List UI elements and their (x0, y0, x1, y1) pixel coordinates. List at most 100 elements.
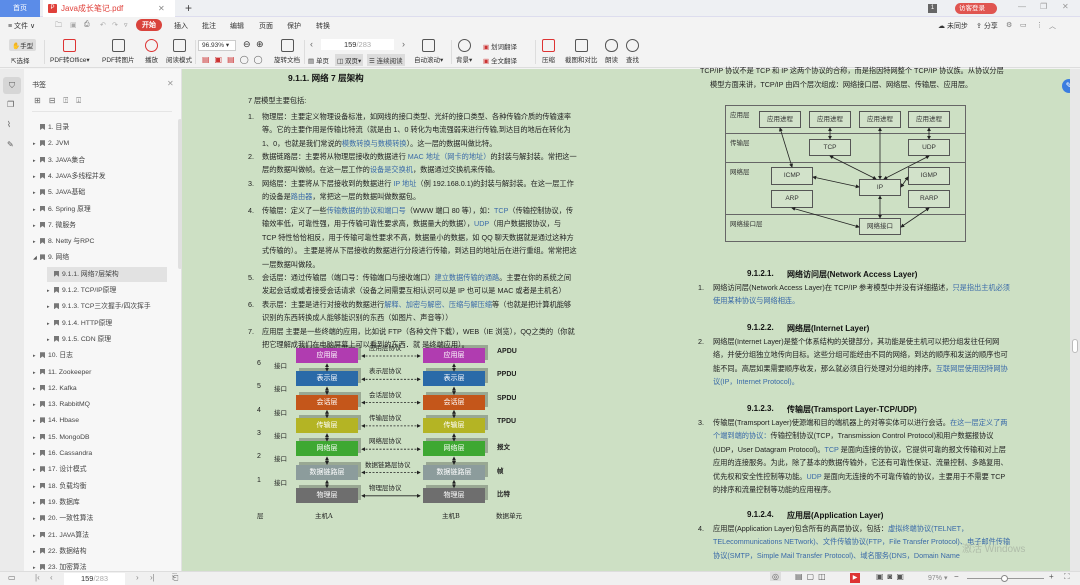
close-sidebar-icon[interactable]: ✕ (167, 79, 174, 88)
view-mode-icons[interactable]: ▤▢◫ (795, 572, 830, 581)
comment-icon[interactable]: ▭ (1020, 21, 1027, 29)
tab-document[interactable]: P Java成长笔记.pdf ✕ (43, 0, 175, 17)
last-page-icon[interactable]: ›| (150, 573, 155, 582)
customize-icon[interactable]: ▿ (124, 21, 128, 29)
save-icon[interactable]: ▣ (70, 21, 77, 29)
guest-login-button[interactable]: 访客登录 (955, 3, 997, 14)
find-button[interactable]: 查找 (626, 39, 639, 64)
bookmark-item[interactable]: ▸10. 日志 (33, 348, 73, 363)
expand-arrow-icon[interactable]: ▸ (33, 480, 40, 495)
menu-tab-start[interactable]: 开始 (136, 19, 162, 31)
single-page-button[interactable]: ▤ 单页 (308, 55, 329, 65)
expand-arrow-icon[interactable]: ▸ (33, 512, 40, 527)
bookmark-item[interactable]: ▸9.1.2. TCP/IP原理 (47, 283, 116, 298)
bookmark-item[interactable]: ▸3. JAVA集合 (33, 153, 85, 168)
menu-tab-insert[interactable]: 插入 (174, 21, 188, 31)
bookmark-item[interactable]: ▸22. 数据结构 (33, 544, 87, 559)
word-translate-button[interactable]: ▣ 划词翻译 (483, 41, 517, 51)
menu-tab-annotate[interactable]: 批注 (202, 21, 216, 31)
next-page-icon[interactable]: › (136, 573, 139, 582)
expand-arrow-icon[interactable]: ▸ (33, 382, 40, 397)
expand-arrow-icon[interactable]: ▸ (33, 463, 40, 478)
open-icon[interactable]: 🗀 (55, 21, 62, 32)
bookmark-item[interactable]: ▸9.1.5. CDN 原理 (47, 332, 111, 347)
bookmark-item[interactable]: 1. 目录 (33, 120, 69, 135)
zoom-slider[interactable] (967, 578, 1044, 579)
bookmark-item[interactable]: ▸16. Cassandra (33, 446, 92, 461)
expand-arrow-icon[interactable]: ▸ (33, 366, 40, 381)
prev-page-button[interactable]: ‹ (310, 39, 313, 49)
restore-icon[interactable]: ❐ (1040, 2, 1047, 11)
expand-arrow-icon[interactable]: ▸ (33, 235, 40, 250)
expand-arrow-icon[interactable]: ▸ (33, 447, 40, 462)
pdf-to-image-button[interactable]: PDF转图片 (102, 39, 135, 64)
new-tab-button[interactable]: + (185, 0, 192, 17)
expand-arrow-icon[interactable]: ▸ (33, 414, 40, 429)
hand-tool-button[interactable]: ✋手型 (9, 39, 36, 51)
double-page-button[interactable]: ◫ 双页▾ (335, 54, 363, 66)
zoom-select[interactable]: 96.93% ▾ (198, 40, 236, 51)
expand-arrow-icon[interactable]: ▸ (33, 398, 40, 413)
expand-arrow-icon[interactable]: ▸ (33, 154, 40, 169)
attachment-icon[interactable]: ⌇ (7, 120, 11, 129)
redo-icon[interactable]: ↷ (112, 21, 118, 29)
expand-arrow-icon[interactable]: ◢ (33, 251, 40, 266)
signature-icon[interactable]: ✎ (7, 140, 14, 149)
bookmark-item[interactable]: ▸21. JAVA算法 (33, 528, 89, 543)
zoom-out-button[interactable]: − (954, 572, 959, 581)
expand-arrow-icon[interactable]: ▸ (33, 186, 40, 201)
select-tool-button[interactable]: ⇱选择 (11, 55, 29, 65)
scroll-thumb[interactable] (1072, 339, 1078, 353)
zoom-in-button[interactable]: + (1049, 572, 1054, 581)
bookmark-item[interactable]: ▸17. 设计模式 (33, 462, 87, 477)
collapse-ribbon-icon[interactable]: ︿ (1049, 21, 1056, 31)
notification-badge[interactable]: 1 (928, 4, 937, 13)
continuous-read-button[interactable]: ☰ 连续阅读 (367, 54, 405, 66)
bookmark-item[interactable]: ▸12. Kafka (33, 381, 77, 396)
bookmark-item[interactable]: ▸8. Netty 与RPC (33, 234, 94, 249)
bookmark-item[interactable]: ▸13. RabbitMQ (33, 397, 90, 412)
bookmark-item[interactable]: ▸4. JAVA多线程并发 (33, 169, 106, 184)
zoom-level[interactable]: 97% ▾ (928, 574, 947, 582)
read-aloud-button[interactable]: 朗读 (605, 39, 618, 64)
expand-arrow-icon[interactable]: ▸ (33, 496, 40, 511)
screenshot-compare-button[interactable]: 截图和对比 (565, 39, 598, 64)
document-scrollbar[interactable] (1070, 69, 1080, 571)
bookmark-tools[interactable]: ⊞⊟⍐⍗ (34, 96, 89, 106)
bookmark-item[interactable]: ▸9.1.4. HTTP原理 (47, 316, 112, 331)
expand-arrow-icon[interactable]: ▸ (47, 300, 54, 315)
bookmark-item[interactable]: ▸20. 一致性算法 (33, 511, 93, 526)
thumbnail-panel-icon[interactable]: ❐ (7, 100, 14, 109)
bookmark-item[interactable]: ▸6. Spring 原理 (33, 202, 91, 217)
minimize-icon[interactable]: — (1018, 2, 1026, 11)
bookmark-item[interactable]: ▸11. Zookeeper (33, 365, 91, 380)
sync-status[interactable]: ☁ 未同步 (938, 21, 968, 31)
tab-home[interactable]: 首页 (0, 0, 40, 17)
fullscreen-icon[interactable]: ⛶ (1064, 572, 1070, 582)
expand-arrow-icon[interactable]: ▸ (33, 203, 40, 218)
bookmark-item[interactable]: ▸9.1.3. TCP三次握手/四次挥手 (47, 299, 151, 314)
expand-arrow-icon[interactable]: ▸ (33, 137, 40, 152)
bookmark-item[interactable]: ▸7. 微服务 (33, 218, 76, 233)
prev-page-icon[interactable]: ‹ (50, 573, 53, 582)
bookmark-item[interactable]: 9.1.1. 网络7层架构 (47, 267, 167, 282)
status-page-input[interactable]: 159/283 (64, 573, 125, 585)
bookmark-item[interactable]: ▸5. JAVA基础 (33, 185, 85, 200)
rotate-document-button[interactable]: 旋转文档 (274, 39, 300, 64)
close-window-icon[interactable]: ✕ (1062, 2, 1069, 11)
bookmark-item[interactable]: ▸19. 数据库 (33, 495, 80, 510)
toggle-sidebar-icon[interactable]: ▭ (8, 573, 16, 582)
fit-mode-icons[interactable]: ▣◙▣ (876, 572, 908, 581)
page-number-input[interactable]: 159/283 (321, 39, 394, 50)
eye-protection-icon[interactable]: ◎ (770, 572, 781, 581)
print-icon[interactable]: ⎙ (84, 21, 90, 29)
bookmark-item[interactable]: ▸2. JVM (33, 136, 69, 151)
settings-icon[interactable]: ⚙ (1006, 21, 1012, 29)
zoom-in-icon[interactable]: ⊕ (256, 39, 264, 50)
file-menu[interactable]: ≡ 文件 ∨ (8, 21, 35, 31)
fit-icons[interactable]: ▤▣▤◯◯ (202, 55, 268, 64)
zoom-out-icon[interactable]: ⊖ (243, 39, 251, 50)
expand-arrow-icon[interactable]: ▸ (47, 333, 54, 348)
play-slides-icon[interactable]: ▶ (850, 573, 860, 583)
menu-tab-page[interactable]: 页面 (259, 21, 273, 31)
